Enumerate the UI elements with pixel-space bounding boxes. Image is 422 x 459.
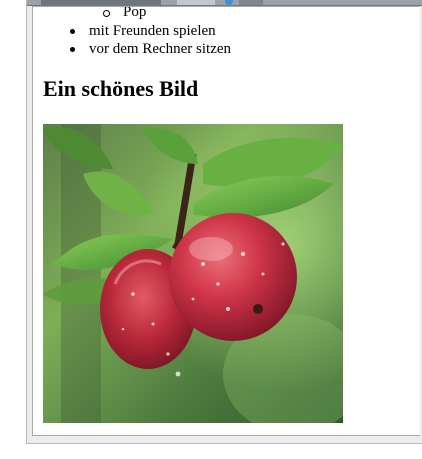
toolbar-segment bbox=[239, 0, 263, 5]
apple-image bbox=[43, 124, 343, 423]
hobby-list: mit Freunden spielen vor dem Rechner sit… bbox=[63, 22, 231, 58]
page-heading: Ein schönes Bild bbox=[43, 76, 199, 101]
globe-icon bbox=[225, 0, 233, 5]
toolbar-segment bbox=[177, 0, 215, 5]
list-item: mit Freunden spielen bbox=[63, 22, 231, 40]
nested-list: Pop bbox=[95, 7, 146, 21]
page-viewport[interactable]: Pop mit Freunden spielen vor dem Rechner… bbox=[32, 6, 420, 436]
list-item: vor dem Rechner sitzen bbox=[63, 40, 231, 58]
toolbar-segment bbox=[41, 0, 161, 5]
list-item: Pop bbox=[95, 7, 146, 21]
browser-window: Pop mit Freunden spielen vor dem Rechner… bbox=[26, 0, 422, 444]
